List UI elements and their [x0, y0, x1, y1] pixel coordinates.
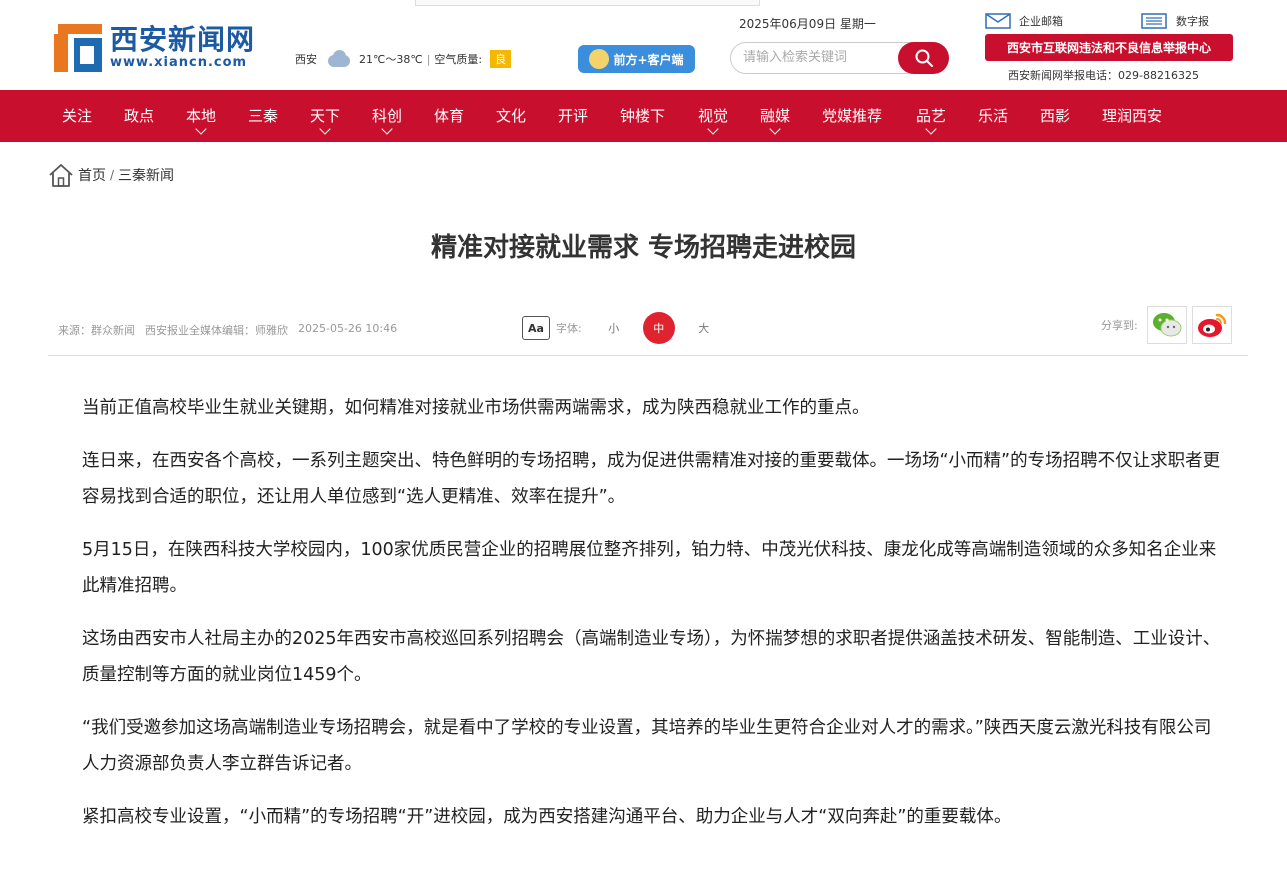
article-paragraph: 紧扣高校专业设置，“小而精”的专场招聘“开”进校园，成为西安搭建沟通平台、助力企…: [82, 807, 1012, 827]
digital-paper-link[interactable]: 数字报: [1141, 13, 1209, 29]
article-body: 当前正值高校毕业生就业关键期，如何精准对接就业市场供需两端需求，成为陕西稳就业工…: [82, 390, 1222, 852]
weibo-icon: [1197, 313, 1226, 337]
nav-item-kechuang[interactable]: 科创: [372, 90, 402, 142]
breadcrumb: 首页 / 三秦新闻: [48, 162, 174, 188]
article-paragraph: 这场由西安市人社局主办的2025年西安市高校巡回系列招聘会（高端制造业专场），为…: [82, 629, 1221, 685]
wechat-icon: [1152, 313, 1182, 337]
air-quality-label: 空气质量:: [434, 53, 483, 66]
share-weibo-button[interactable]: [1191, 306, 1232, 344]
main-nav: 关注 政点 本地 三秦 天下 科创 体育 文化 开评 钟楼下 视觉 融媒 党媒推…: [0, 90, 1287, 142]
chevron-down-icon: [319, 123, 331, 135]
nav-item-wenhua[interactable]: 文化: [496, 90, 526, 142]
nav-item-shijue[interactable]: 视觉: [698, 90, 728, 142]
report-phone: 西安新闻网举报电话：029-88216325: [1008, 69, 1199, 82]
logo-cn: 西安新闻网: [110, 23, 256, 56]
nav-item-lehuo[interactable]: 乐活: [978, 90, 1008, 142]
nav-item-tianxia[interactable]: 天下: [310, 90, 340, 142]
font-size-medium-button[interactable]: 中: [642, 312, 675, 344]
chevron-down-icon: [925, 123, 937, 135]
article-datetime: 2025-05-26 10:46: [298, 322, 398, 335]
weather-widget: 西安 21℃～38℃ | 空气质量: 良: [295, 50, 512, 68]
article-divider: [48, 355, 1248, 356]
report-center-button[interactable]: 西安市互联网违法和不良信息举报中心: [985, 34, 1233, 61]
chevron-down-icon: [381, 123, 393, 135]
font-size-control: Aa 字体: 小 中 大: [522, 312, 720, 344]
article-paragraph: 当前正值高校毕业生就业关键期，如何精准对接就业市场供需两端需求，成为陕西稳就业工…: [82, 398, 870, 418]
font-size-small-button[interactable]: 小: [598, 312, 630, 344]
article-meta: 来源：群众新闻 西安报业全媒体编辑：师雅欣 2025-05-26 10:46: [58, 322, 397, 338]
air-quality-badge: 良: [490, 50, 512, 68]
chevron-down-icon: [707, 123, 719, 135]
breadcrumb-home[interactable]: 首页: [78, 165, 106, 185]
cloud-icon: [325, 50, 353, 68]
share-bar: 分享到:: [1101, 306, 1232, 344]
search-box: [730, 42, 949, 74]
nav-item-dangmei[interactable]: 党媒推荐: [822, 90, 882, 142]
article-editor: 西安报业全媒体编辑：师雅欣: [145, 324, 288, 337]
nav-item-xiying[interactable]: 西影: [1040, 90, 1070, 142]
nav-item-sanqin[interactable]: 三秦: [248, 90, 278, 142]
article-source: 来源：群众新闻: [58, 324, 135, 337]
app-logo-icon: [589, 49, 610, 69]
client-app-label: 前方+客户端: [613, 52, 684, 67]
current-date: 2025年06月09日 星期一: [739, 17, 876, 31]
weather-city: 西安: [295, 53, 317, 66]
site-header: 西安新闻网 www.xiancn.com 西安 21℃～38℃ | 空气质量: …: [0, 0, 1287, 90]
nav-item-kaiping[interactable]: 开评: [558, 90, 588, 142]
nav-item-tiyu[interactable]: 体育: [434, 90, 464, 142]
chevron-down-icon: [195, 123, 207, 135]
article-paragraph: “我们受邀参加这场高端制造业专场招聘会，就是看中了学校的专业设置，其培养的毕业生…: [82, 718, 1212, 774]
weather-temp: 21℃～38℃: [359, 53, 423, 66]
nav-item-lirun[interactable]: 理润西安: [1102, 90, 1162, 142]
breadcrumb-separator: /: [110, 168, 115, 182]
share-label: 分享到:: [1101, 319, 1138, 332]
article-paragraph: 连日来，在西安各个高校，一系列主题突出、特色鲜明的专场招聘，成为促进供需精准对接…: [82, 451, 1221, 507]
search-button[interactable]: [898, 42, 949, 74]
search-icon: [915, 49, 933, 67]
mail-icon: [985, 13, 1011, 29]
nav-item-pinyi[interactable]: 品艺: [916, 90, 946, 142]
breadcrumb-section[interactable]: 三秦新闻: [118, 165, 174, 185]
paper-label: 数字报: [1176, 15, 1209, 28]
chevron-down-icon: [769, 123, 781, 135]
font-size-large-button[interactable]: 大: [688, 312, 720, 344]
logo-en: www.xiancn.com: [110, 55, 248, 70]
nav-item-zhonglouxia[interactable]: 钟楼下: [620, 90, 665, 142]
mail-label: 企业邮箱: [1019, 15, 1063, 28]
article-title: 精准对接就业需求 专场招聘走进校园: [430, 233, 857, 263]
site-logo[interactable]: 西安新闻网 www.xiancn.com: [54, 24, 255, 72]
nav-item-guanzhu[interactable]: 关注: [62, 90, 92, 142]
share-wechat-button[interactable]: [1146, 306, 1187, 344]
enterprise-mail-link[interactable]: 企业邮箱: [985, 13, 1063, 29]
nav-item-bendi[interactable]: 本地: [186, 90, 216, 142]
search-input[interactable]: [743, 50, 893, 65]
home-icon[interactable]: [48, 162, 74, 188]
top-popup-strip: [415, 0, 760, 6]
font-size-label: 字体:: [556, 322, 582, 335]
article-paragraph: 5月15日，在陕西科技大学校园内，100家优质民营企业的招聘展位整齐排列，铂力特…: [82, 540, 1217, 596]
font-size-icon: Aa: [522, 316, 550, 340]
client-app-button[interactable]: 前方+客户端: [578, 45, 695, 73]
nav-item-rongmei[interactable]: 融媒: [760, 90, 790, 142]
nav-item-zhengdian[interactable]: 政点: [124, 90, 154, 142]
newspaper-icon: [1141, 13, 1167, 29]
logo-mark-icon: [54, 24, 102, 72]
